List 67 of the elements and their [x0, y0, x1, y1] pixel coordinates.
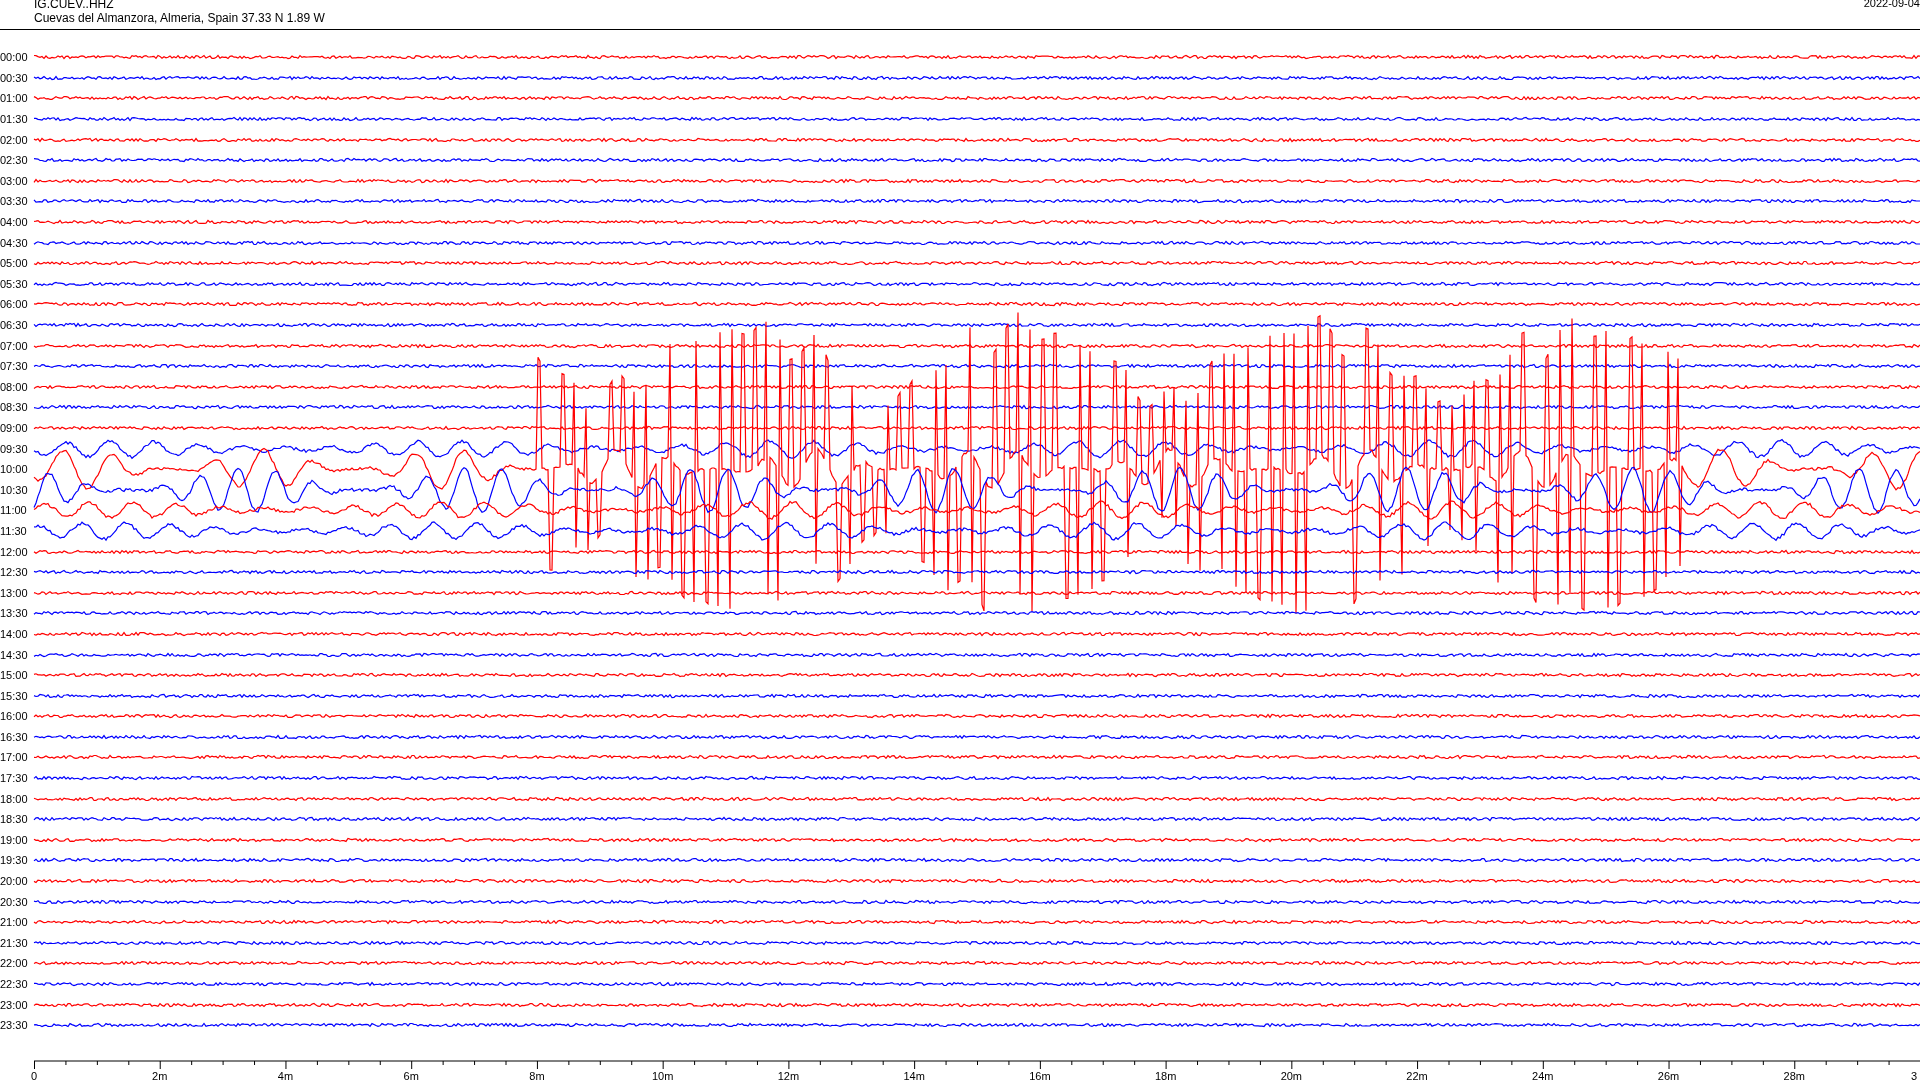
time-label: 01:00	[0, 92, 29, 105]
time-label: 16:00	[0, 710, 29, 723]
time-label: 13:00	[0, 586, 29, 599]
time-label: 19:00	[0, 833, 29, 846]
time-label: 09:30	[0, 442, 29, 455]
axis-label: 0	[30, 1069, 38, 1080]
station-code: IG.CUEV..HHZ	[34, 0, 115, 11]
time-label: 02:30	[0, 154, 29, 167]
axis-label: 2m	[152, 1069, 168, 1080]
time-label: 15:30	[0, 689, 29, 702]
time-label: 13:30	[0, 607, 29, 620]
axis-label: 12m	[777, 1069, 800, 1080]
time-label: 18:00	[0, 792, 29, 805]
time-label: 22:00	[0, 957, 29, 970]
time-label: 01:30	[0, 113, 29, 126]
axis-label: 28m	[1783, 1069, 1805, 1080]
axis-label: 6m	[403, 1069, 419, 1080]
time-label: 20:30	[0, 895, 29, 908]
time-label: 12:00	[0, 545, 29, 558]
axis-label: 24m	[1532, 1069, 1554, 1080]
axis-label: 22m	[1406, 1069, 1428, 1080]
axis-label: 4m	[277, 1069, 294, 1080]
axis-label: 8m	[529, 1069, 545, 1080]
time-label: 07:30	[0, 360, 29, 373]
time-label: 06:00	[0, 298, 29, 311]
time-label: 04:00	[0, 216, 29, 229]
axis-label: 3	[1911, 1069, 1918, 1080]
time-label: 19:30	[0, 854, 29, 867]
axis-label: 16m	[1029, 1069, 1051, 1080]
time-label: 11:30	[0, 524, 28, 537]
time-label: 23:30	[0, 1019, 29, 1032]
time-label: 06:30	[0, 319, 29, 331]
time-label: 16:30	[0, 730, 29, 743]
time-label: 08:30	[0, 401, 29, 414]
axis-label: 10m	[651, 1069, 674, 1080]
time-label: 00:30	[0, 71, 29, 84]
time-label: 10:30	[0, 483, 29, 496]
axis-label: 20m	[1280, 1069, 1303, 1080]
time-label: 14:00	[0, 627, 29, 640]
time-label: 20:00	[0, 875, 29, 888]
time-label: 15:00	[0, 669, 29, 682]
time-label: 09:00	[0, 422, 29, 434]
axis-label: 18m	[1154, 1069, 1177, 1080]
time-label: 00:00	[0, 51, 29, 64]
time-label: 04:30	[0, 236, 29, 249]
time-label: 12:30	[0, 566, 29, 579]
time-label: 10:00	[0, 463, 29, 476]
time-label: 02:00	[0, 133, 29, 146]
time-label: 21:30	[0, 936, 29, 949]
time-label: 17:00	[0, 751, 29, 764]
axis-label: 26m	[1657, 1069, 1680, 1080]
time-label: 03:30	[0, 195, 29, 208]
time-label: 05:00	[0, 257, 29, 270]
time-label: 11:00	[0, 504, 28, 517]
time-label: 22:30	[0, 978, 29, 990]
time-label: 05:30	[0, 277, 29, 290]
time-label: 21:00	[0, 916, 29, 929]
time-label: 17:30	[0, 772, 29, 785]
time-label: 03:00	[0, 174, 29, 187]
time-label: 18:30	[0, 813, 29, 826]
station-location: Cuevas del Almanzora, Almeria, Spain 37.33 N 1.89 W	[34, 11, 325, 25]
axis-label: 14m	[903, 1069, 925, 1080]
time-label: 14:30	[0, 648, 29, 661]
time-label: 23:00	[0, 998, 29, 1011]
time-label: 07:00	[0, 339, 29, 352]
plot-date: 2022-09-04	[1863, 0, 1920, 10]
time-label: 08:00	[0, 380, 29, 393]
